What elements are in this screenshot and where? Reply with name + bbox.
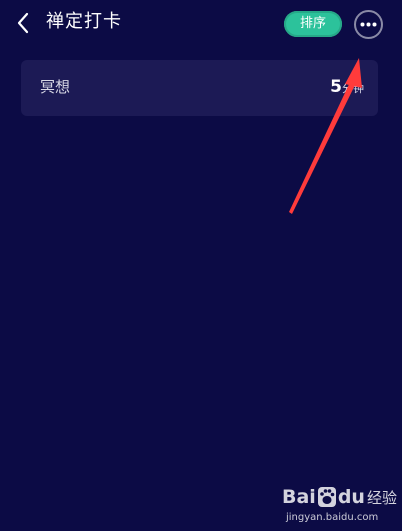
watermark-logo: Bai du 经验 [282,482,397,512]
card-duration-value: 5 [330,77,342,97]
baidu-jingyan-watermark: Bai du 经验 jingyan.baidu.com [282,482,400,529]
watermark-brand-suffix: 经验 [366,488,397,507]
back-button[interactable] [12,10,36,36]
watermark-url: jingyan.baidu.com [286,512,379,523]
card-label: 冥想 [40,78,71,96]
sort-button[interactable]: 排序 [284,11,342,37]
more-button[interactable] [354,10,383,39]
watermark-brand-left: Bai [282,486,316,508]
checkin-page: 禅定打卡 排序 冥想 5分钟 Bai du 经验 jingyan.baidu.c… [0,0,402,531]
page-title: 禅定打卡 [46,11,122,32]
more-horizontal-icon [360,22,377,27]
chevron-left-icon [17,12,29,34]
watermark-brand-right: du [337,486,365,508]
header-bar: 禅定打卡 排序 [0,0,402,46]
card-duration: 5分钟 [330,76,364,100]
card-duration-unit: 分钟 [342,82,364,95]
paw-icon [317,487,336,507]
meditation-card[interactable]: 冥想 5分钟 [21,60,378,116]
